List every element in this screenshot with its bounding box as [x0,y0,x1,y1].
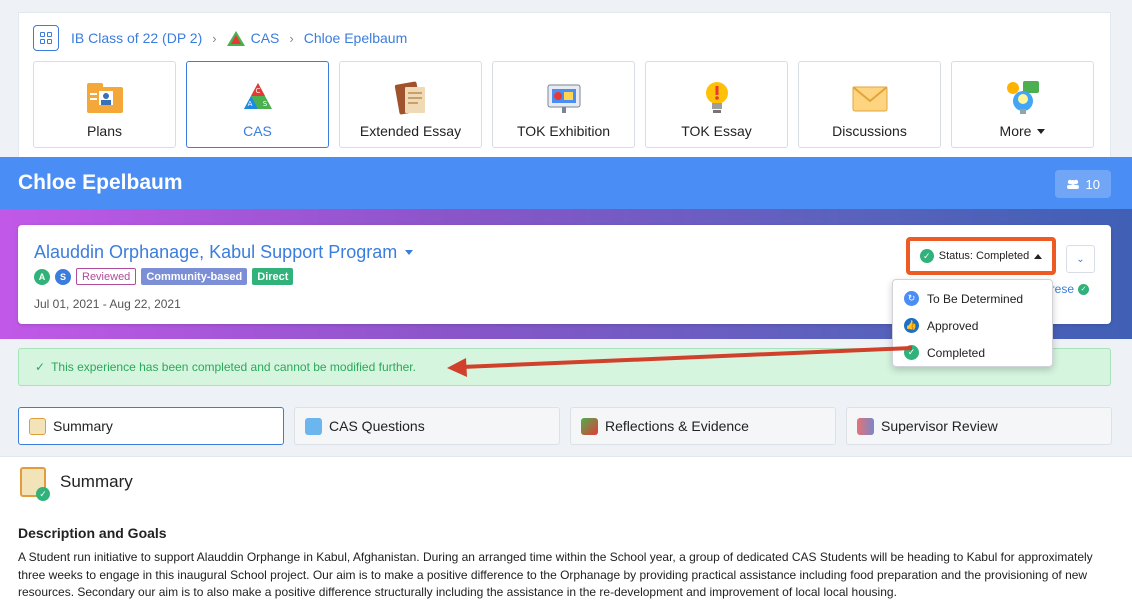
reflections-icon [581,417,598,435]
tile-label: Discussions [832,123,907,139]
status-option-approved[interactable]: 👍 Approved [893,312,1052,339]
status-label: Status: Completed [938,250,1030,262]
tok-exhibition-icon [544,79,584,117]
status-option-label: To Be Determined [927,291,1024,306]
student-header: Chloe Epelbaum 10 [0,157,1132,212]
cas-triangle-icon [226,30,245,46]
status-dropdown-button[interactable]: ✓ Status: Completed [906,237,1056,275]
description-text: A Student run initiative to support Alau… [18,550,1093,599]
status-option-label: Completed [927,345,986,360]
tile-more[interactable]: More [951,61,1094,148]
more-icon [1003,79,1043,117]
check-circle-icon: ✓ [1078,283,1090,295]
apps-grid-button[interactable] [33,25,59,51]
status-option-label: Approved [927,318,979,333]
tile-extended-essay[interactable]: Extended Essay [339,61,482,148]
tile-label: More [1000,123,1046,139]
summary-icon [20,467,50,501]
svg-text:S: S [262,100,267,108]
status-option-completed[interactable]: ✓ Completed [893,339,1052,366]
users-icon [1066,179,1079,189]
tab-label: Reflections & Evidence [605,418,749,434]
tile-cas[interactable]: CAS CAS [186,61,329,148]
alert-message: This experience has been completed and c… [51,360,416,374]
tile-tok-essay[interactable]: TOK Essay [645,61,788,148]
members-count-badge[interactable]: 10 [1054,170,1111,198]
summary-heading: Summary [20,467,133,501]
summary-panel: Summary Description and Goals A Student … [0,456,1132,603]
tab-label: CAS Questions [329,418,425,434]
tab-summary[interactable]: Summary [18,407,284,445]
check-circle-icon: ✓ [904,345,919,360]
breadcrumb: IB Class of 22 (DP 2) › CAS › Chloe Epel… [33,25,407,51]
caret-down-icon [1037,128,1046,134]
members-count: 10 [1085,176,1100,192]
check-circle-icon: ✓ [919,249,934,263]
summary-title: Summary [60,472,133,491]
strand-badge-action: A [34,268,50,285]
student-name: Chloe Epelbaum [18,171,183,194]
tile-label: TOK Essay [681,123,752,139]
tab-label: Supervisor Review [881,418,998,434]
summary-icon [29,417,46,435]
status-menu: ↻ To Be Determined 👍 Approved ✓ Complete… [892,279,1053,367]
status-option-to-be-determined[interactable]: ↻ To Be Determined [893,285,1052,312]
tab-supervisor-review[interactable]: Supervisor Review [846,407,1112,445]
chevron-right-icon: › [289,30,294,46]
tab-label: Summary [53,418,113,434]
extended-essay-icon [391,79,431,117]
cas-icon: CA S [238,79,278,117]
experience-tags: A S Reviewed Community-based Direct [34,268,294,285]
tile-plans[interactable]: Plans [33,61,176,148]
refresh-icon: ↻ [904,291,919,306]
community-based-tag: Community-based [141,268,248,285]
tok-essay-icon [697,79,737,117]
caret-down-icon [405,250,414,255]
chevron-down-icon: ⌄ [1076,253,1085,265]
strand-badge-service: S [55,268,71,285]
description-title: Description and Goals [18,525,167,541]
breadcrumb-cas-link[interactable]: CAS [251,30,280,46]
tile-label: CAS [243,123,272,139]
discussions-icon [850,79,890,117]
tile-label: Extended Essay [359,123,462,139]
options-dropdown-button[interactable]: ⌄ [1066,245,1095,273]
breadcrumb-student-link[interactable]: Chloe Epelbaum [304,30,408,46]
tab-reflections-evidence[interactable]: Reflections & Evidence [570,407,836,445]
grid-icon [40,32,52,44]
tile-discussions[interactable]: Discussions [798,61,941,148]
tab-cas-questions[interactable]: CAS Questions [294,407,560,445]
experience-dates: Jul 01, 2021 - Aug 22, 2021 [34,297,181,311]
tile-label: TOK Exhibition [516,123,611,139]
tile-label: Plans [86,123,123,139]
svg-text:A: A [247,100,252,108]
module-tiles: Plans CAS CAS Extended Essay TOK Exhibit… [33,61,1094,148]
plans-icon [85,79,125,117]
top-navigation-card: IB Class of 22 (DP 2) › CA S › Chloe Epel… [18,12,1111,158]
direct-tag: Direct [252,268,294,285]
chevron-right-icon: › [212,30,217,46]
supervisor-icon [857,417,874,435]
thumbs-up-icon: 👍 [904,318,919,333]
svg-text:C: C [255,87,260,95]
tile-tok-exhibition[interactable]: TOK Exhibition [492,61,635,148]
experience-tabs: Summary CAS Questions Reflections & Evid… [18,407,1112,445]
experience-title: Alauddin Orphanage, Kabul Support Progra… [34,242,398,262]
questions-icon [305,417,322,435]
caret-up-icon [1034,253,1043,259]
experience-title-dropdown[interactable]: Alauddin Orphanage, Kabul Support Progra… [34,242,414,263]
check-icon: ✓ [35,360,46,374]
breadcrumb-class-link[interactable]: IB Class of 22 (DP 2) [71,30,202,46]
reviewed-tag: Reviewed [76,268,137,285]
